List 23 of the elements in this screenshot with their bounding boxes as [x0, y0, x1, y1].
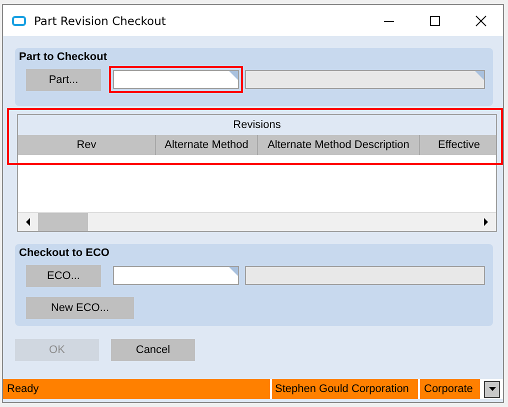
app-icon	[12, 16, 26, 26]
close-icon[interactable]	[475, 14, 487, 26]
scroll-right-icon[interactable]	[482, 218, 490, 226]
scroll-thumb[interactable]	[38, 213, 88, 231]
part-field[interactable]	[113, 70, 239, 89]
part-button[interactable]: Part...	[26, 68, 101, 90]
caret-icon	[488, 387, 496, 391]
maximize-icon[interactable]	[429, 14, 441, 26]
column-header[interactable]: Effective	[420, 135, 496, 155]
group-title: Checkout to ECO	[19, 247, 110, 261]
status-text: Corporate	[420, 379, 480, 399]
status-text: Stephen Gould Corporation	[272, 379, 418, 399]
scroll-left-icon[interactable]	[24, 218, 32, 226]
eco-button[interactable]: ECO...	[26, 264, 101, 286]
table-title: Revisions	[18, 115, 496, 135]
dropdown-button[interactable]	[484, 380, 500, 398]
window-title: Part Revision Checkout	[34, 14, 166, 28]
eco-field[interactable]	[113, 266, 239, 285]
group-title: Part to Checkout	[19, 51, 108, 65]
new-eco-button[interactable]: New ECO...	[26, 297, 134, 319]
cancel-button[interactable]: Cancel	[111, 339, 195, 361]
horizontal-scrollbar[interactable]	[18, 212, 496, 231]
status-text: Ready	[3, 379, 270, 399]
